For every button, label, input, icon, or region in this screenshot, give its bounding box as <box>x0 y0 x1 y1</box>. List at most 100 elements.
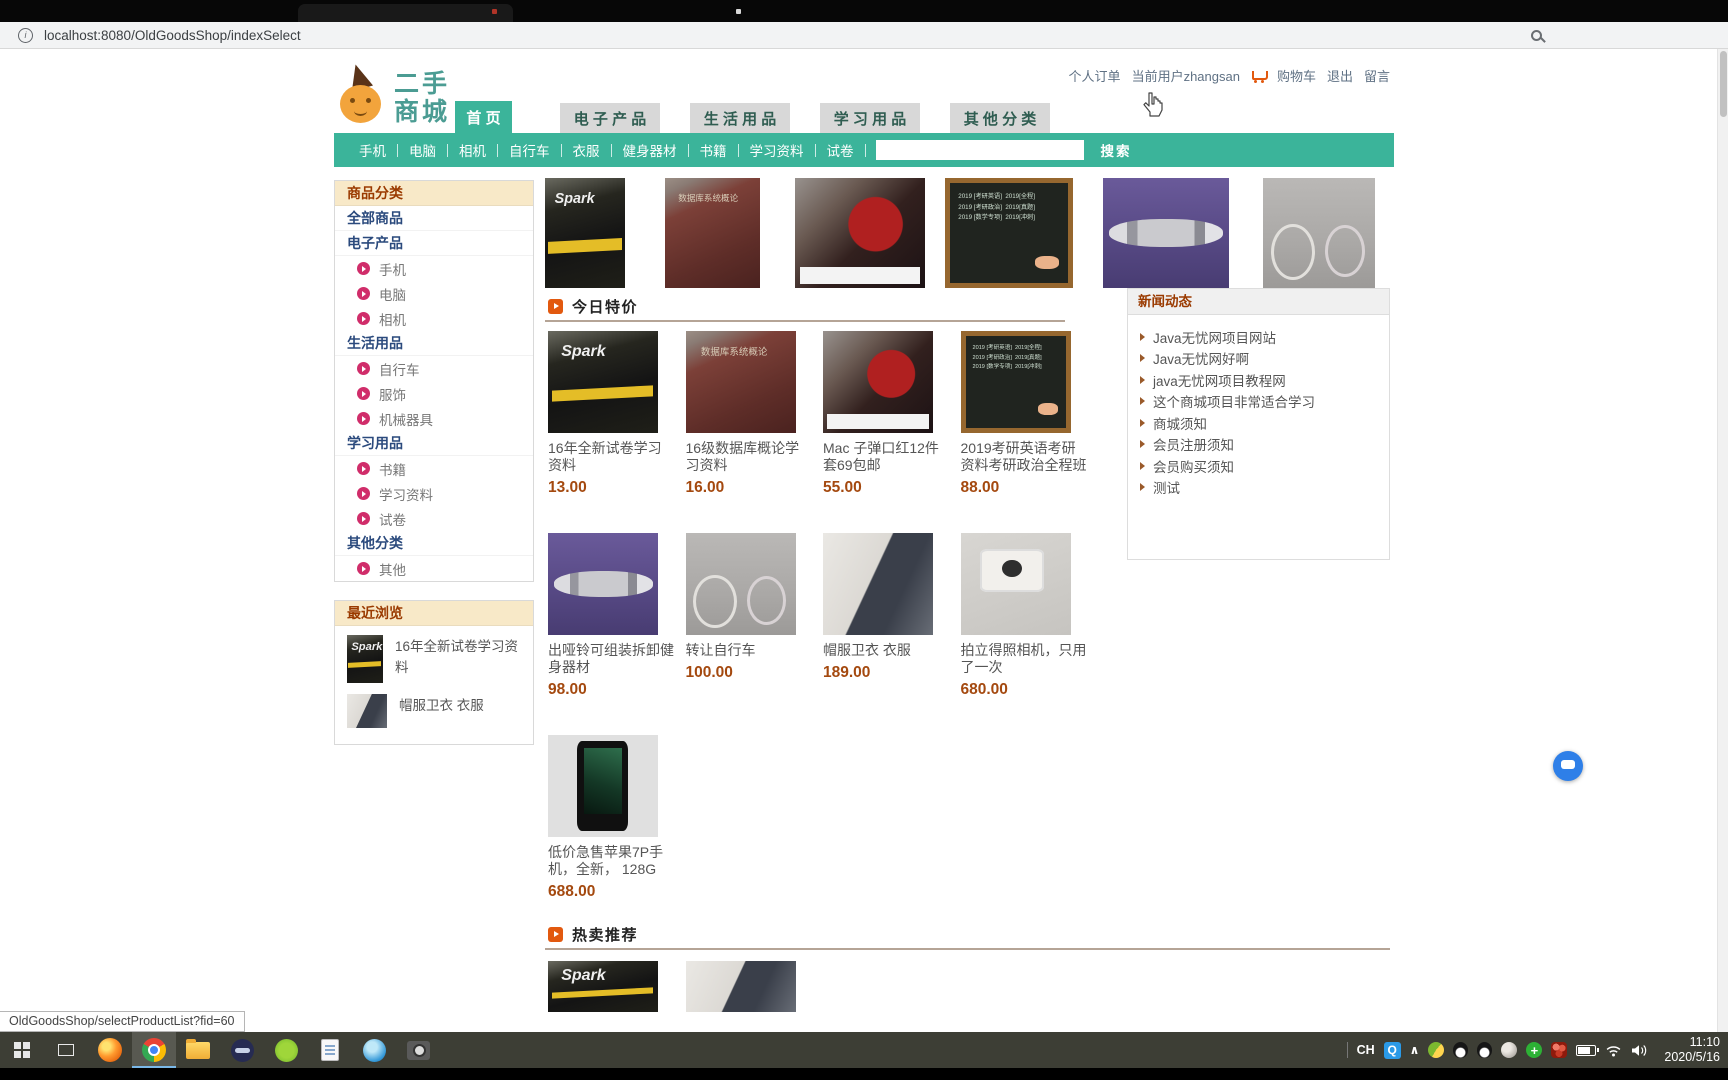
subnav-link-camera[interactable]: 相机 <box>448 140 497 160</box>
photos-button[interactable] <box>396 1032 440 1068</box>
subnav-link-phone[interactable]: 手机 <box>348 140 397 160</box>
product-card[interactable]: 16级数据库概论学习资料 16.00 <box>686 331 814 533</box>
task-view-icon <box>58 1044 74 1056</box>
carousel-image-dumbbells[interactable] <box>1103 178 1229 288</box>
news-item[interactable]: 测试 <box>1140 477 1381 499</box>
chevron-up-icon[interactable]: ∧ <box>1410 1043 1420 1057</box>
category-item-camera[interactable]: 相机 <box>335 306 533 331</box>
tab-home[interactable]: 首 页 <box>455 101 512 133</box>
category-item-study-material[interactable]: 学习资料 <box>335 481 533 506</box>
carousel-image-blackboard-course[interactable] <box>945 178 1073 288</box>
news-item[interactable]: Java无忧网项目网站 <box>1140 326 1381 348</box>
news-item[interactable]: 会员购买须知 <box>1140 455 1381 477</box>
product-card[interactable]: 帽服卫衣 衣服 189.00 <box>823 533 951 735</box>
logout-link[interactable]: 退出 <box>1327 66 1353 85</box>
scrollbar[interactable] <box>1717 49 1728 1032</box>
taskbar-apps <box>0 1032 440 1068</box>
category-group-all[interactable]: 全部商品 <box>335 206 533 231</box>
product-card[interactable]: 2019考研英语考研资料考研政治全程班 88.00 <box>961 331 1089 533</box>
notepad-button[interactable] <box>308 1032 352 1068</box>
volume-icon[interactable] <box>1631 1044 1648 1057</box>
tab-other-category[interactable]: 其 他 分 类 <box>950 103 1050 133</box>
firefox-button[interactable] <box>88 1032 132 1068</box>
subnav-link-books[interactable]: 书籍 <box>689 140 738 160</box>
app-green-button[interactable] <box>264 1032 308 1068</box>
carousel-image-bicycle[interactable] <box>1263 178 1375 288</box>
subnav-link-fitness[interactable]: 健身器材 <box>612 140 688 160</box>
red-app-tray-icon[interactable] <box>1551 1042 1567 1058</box>
hot-sale-image-hoodie[interactable] <box>686 961 796 1012</box>
carousel-image-database-book[interactable] <box>665 178 760 288</box>
category-group-study[interactable]: 学习用品 <box>335 431 533 456</box>
product-card[interactable]: 出哑铃可组装拆卸健身器材 98.00 <box>548 533 676 735</box>
category-item-clothing[interactable]: 服饰 <box>335 381 533 406</box>
subnav-link-bicycle[interactable]: 自行车 <box>498 140 561 160</box>
language-indicator[interactable]: CH <box>1357 1043 1375 1057</box>
subnav-link-exam[interactable]: 试卷 <box>816 140 865 160</box>
arrow-bullet-icon <box>357 362 370 375</box>
browser-tab[interactable] <box>298 4 513 22</box>
search-input[interactable] <box>876 140 1084 160</box>
wegame-tray-icon[interactable] <box>1428 1042 1444 1058</box>
task-view-button[interactable] <box>44 1032 88 1068</box>
category-item-books[interactable]: 书籍 <box>335 456 533 481</box>
category-group-electronics[interactable]: 电子产品 <box>335 231 533 256</box>
qq-pinyin-icon[interactable]: Q <box>1384 1042 1401 1059</box>
page-info-icon[interactable]: i <box>18 28 33 43</box>
eclipse-button[interactable] <box>220 1032 264 1068</box>
explorer-button[interactable] <box>176 1032 220 1068</box>
qq-tray-icon[interactable] <box>1453 1042 1468 1058</box>
tab-study-goods[interactable]: 学 习 用 品 <box>820 103 920 133</box>
carousel-image-lipstick-set[interactable] <box>795 178 925 288</box>
subnav-link-study[interactable]: 学习资料 <box>739 140 815 160</box>
product-card[interactable]: Mac 子弹口红12件套69包邮 55.00 <box>823 331 951 533</box>
category-item-computer[interactable]: 电脑 <box>335 281 533 306</box>
recent-item[interactable]: 帽服卫衣 衣服 <box>335 685 533 730</box>
personal-orders-link[interactable]: 个人订单 <box>1069 66 1121 85</box>
news-item[interactable]: 会员注册须知 <box>1140 434 1381 456</box>
subnav-link-computer[interactable]: 电脑 <box>398 140 447 160</box>
category-item-exam-paper[interactable]: 试卷 <box>335 506 533 531</box>
news-item[interactable]: java无忧网项目教程网 <box>1140 369 1381 391</box>
category-item-other[interactable]: 其他 <box>335 556 533 581</box>
category-group-daily[interactable]: 生活用品 <box>335 331 533 356</box>
start-button[interactable] <box>0 1032 44 1068</box>
news-item[interactable]: Java无忧网好啊 <box>1140 348 1381 370</box>
product-card[interactable]: 拍立得照相机，只用了一次 680.00 <box>961 533 1089 735</box>
category-item-phone[interactable]: 手机 <box>335 256 533 281</box>
category-item-machinery[interactable]: 机械器具 <box>335 406 533 431</box>
taskbar-clock[interactable]: 11:10 2020/5/16 <box>1664 1035 1720 1065</box>
recent-item[interactable]: 16年全新试卷学习资料 <box>335 626 533 685</box>
qq-tray-icon[interactable] <box>1477 1042 1492 1058</box>
news-item[interactable]: 这个商城项目非常适合学习 <box>1140 391 1381 413</box>
browser-address-bar[interactable]: i localhost:8080/OldGoodsShop/indexSelec… <box>0 22 1728 49</box>
url-text[interactable]: localhost:8080/OldGoodsShop/indexSelect <box>44 28 301 43</box>
subnav-link-clothes[interactable]: 衣服 <box>562 140 611 160</box>
product-card[interactable]: 16年全新试卷学习资料 13.00 <box>548 331 676 533</box>
zoom-icon[interactable] <box>1531 30 1542 41</box>
battery-icon[interactable] <box>1576 1045 1596 1056</box>
hot-sale-image-spark-book[interactable] <box>548 961 658 1012</box>
category-item-bicycle[interactable]: 自行车 <box>335 356 533 381</box>
logo-monkey-icon[interactable] <box>338 66 386 126</box>
safety-plus-tray-icon[interactable]: + <box>1526 1042 1542 1058</box>
cart-link[interactable]: 购物车 <box>1277 66 1316 85</box>
news-item[interactable]: 商城须知 <box>1140 412 1381 434</box>
product-card[interactable]: 低价急售苹果7P手机，全新， 128G 688.00 <box>548 735 676 937</box>
search-button[interactable]: 搜索 <box>1101 140 1132 160</box>
tab-electronics[interactable]: 电 子 产 品 <box>560 103 660 133</box>
product-image-dumbbells <box>548 533 658 635</box>
chrome-button[interactable] <box>132 1032 176 1068</box>
chat-widget[interactable] <box>1553 751 1583 781</box>
cart-icon[interactable] <box>1251 69 1266 82</box>
product-card[interactable]: 转让自行车 100.00 <box>686 533 814 735</box>
tab-daily-goods[interactable]: 生 活 用 品 <box>690 103 790 133</box>
globe-tray-icon[interactable] <box>1501 1042 1517 1058</box>
scrollbar-thumb[interactable] <box>1720 51 1727 117</box>
category-group-other[interactable]: 其他分类 <box>335 531 533 556</box>
site-logo-text[interactable]: 二手 商城 <box>394 70 450 126</box>
wifi-icon[interactable] <box>1605 1044 1622 1057</box>
message-link[interactable]: 留言 <box>1364 66 1390 85</box>
browser-globe-button[interactable] <box>352 1032 396 1068</box>
carousel-image-spark-book[interactable] <box>545 178 625 288</box>
